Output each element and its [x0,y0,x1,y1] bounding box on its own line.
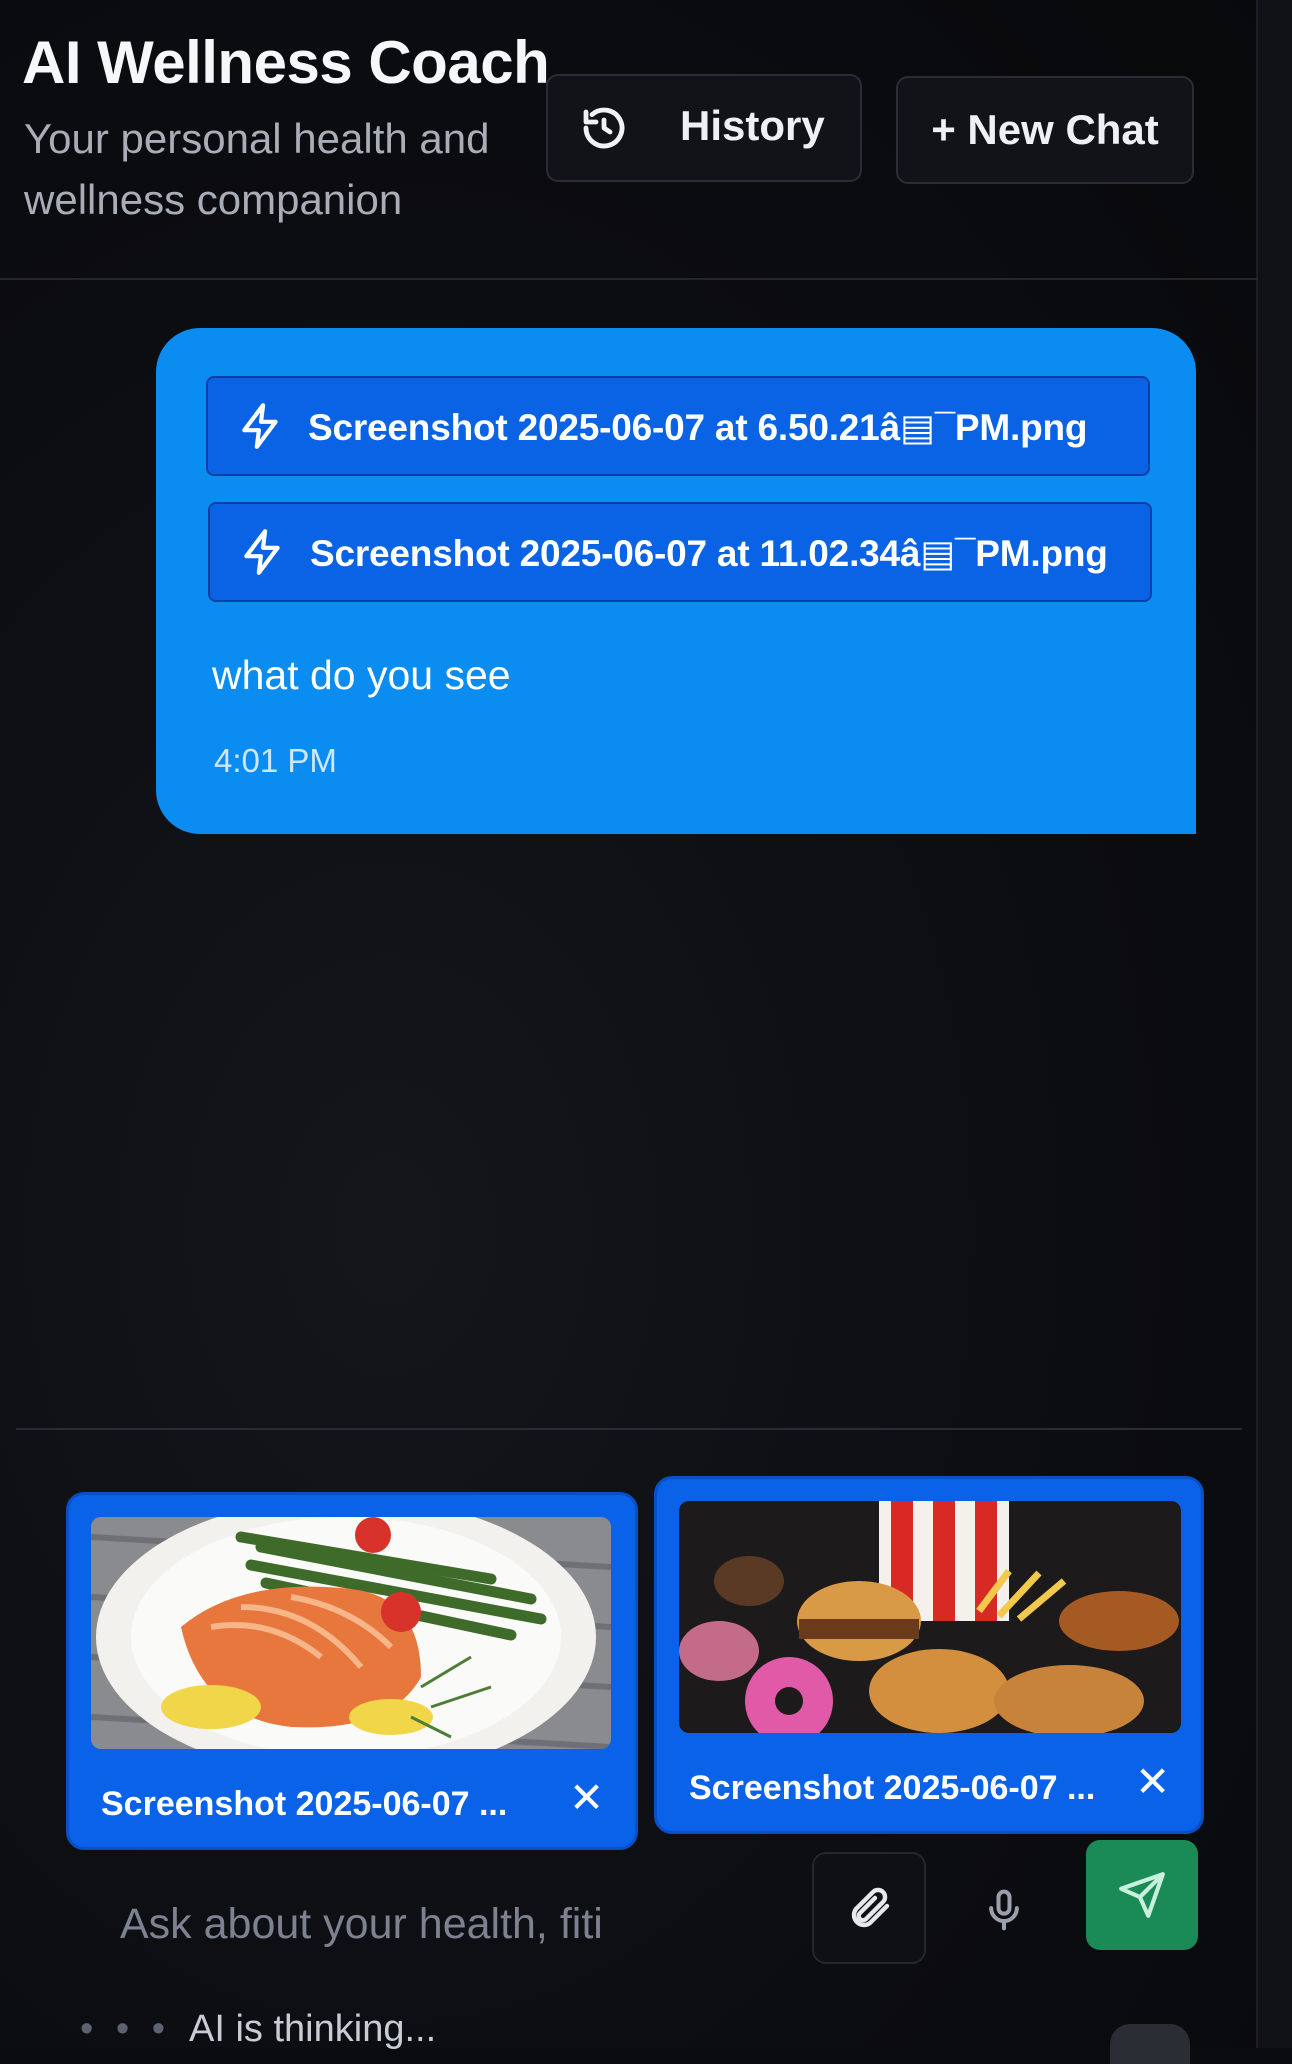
microphone-icon [989,1889,1019,1931]
header: AI Wellness Coach Your personal health a… [0,0,1258,280]
attachment-preview: Screenshot 2025-06-07 ... ✕ [66,1492,638,1850]
send-icon [1119,1872,1165,1918]
message-text: what do you see [212,652,511,698]
lightning-icon [242,403,278,449]
page-title: AI Wellness Coach [22,29,550,96]
attachment-filename: Screenshot 2025-06-07 at 11.02.34â▤¯PM.p… [310,533,1108,574]
lightning-icon [244,529,280,575]
typing-dots: • • • [80,2008,172,2050]
history-icon [583,107,625,149]
remove-attachment-button[interactable]: ✕ [1135,1757,1170,1806]
user-message-bubble: Screenshot 2025-06-07 at 6.50.21â▤¯PM.pn… [156,328,1196,834]
assistant-avatar [1110,2024,1190,2064]
new-chat-button[interactable]: + New Chat [896,76,1194,184]
thinking-text: AI is thinking... [189,2008,437,2050]
window-edge [1256,0,1292,2048]
send-button[interactable] [1086,1840,1198,1950]
paperclip-icon [851,1887,890,1928]
chat-input[interactable]: Ask about your health, fiti [120,1900,660,1949]
message-timestamp: 4:01 PM [214,742,337,779]
salmon-plate-thumbnail [91,1517,611,1749]
composer-divider [16,1428,1242,1430]
attach-file-button[interactable] [812,1852,926,1964]
fast-food-thumbnail [679,1501,1181,1733]
attachment-preview: Screenshot 2025-06-07 ... ✕ [654,1476,1204,1834]
attachment-preview-label: Screenshot 2025-06-07 ... [101,1785,508,1823]
attachment-preview-label: Screenshot 2025-06-07 ... [689,1769,1096,1807]
attachment-filename: Screenshot 2025-06-07 at 6.50.21â▤¯PM.pn… [308,407,1088,448]
history-label: History [680,102,825,149]
message-attachment[interactable]: Screenshot 2025-06-07 at 6.50.21â▤¯PM.pn… [206,376,1150,476]
remove-attachment-button[interactable]: ✕ [569,1773,604,1822]
history-button[interactable]: History [546,74,862,182]
ai-thinking-status: • • • AI is thinking... [80,2008,436,2051]
page-subtitle: Your personal health and wellness compan… [24,115,490,223]
message-attachment[interactable]: Screenshot 2025-06-07 at 11.02.34â▤¯PM.p… [208,502,1152,602]
voice-input-button[interactable] [954,1860,1054,1960]
